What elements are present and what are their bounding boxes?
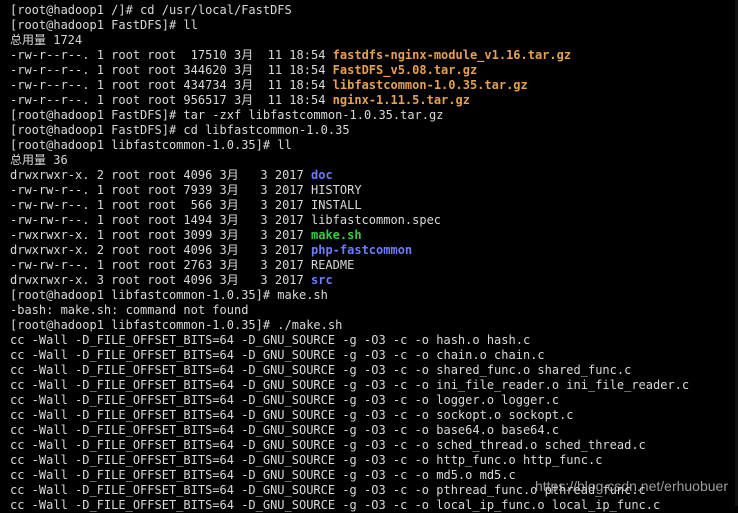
terminal-text: cc -Wall -D_FILE_OFFSET_BITS=64 -D_GNU_S… xyxy=(10,363,632,377)
terminal-line: drwxrwxr-x. 2 root root 4096 3月 3 2017 p… xyxy=(10,243,738,258)
terminal-text: cc -Wall -D_FILE_OFFSET_BITS=64 -D_GNU_S… xyxy=(10,453,603,467)
terminal-text: drwxrwxr-x. 3 root root 4096 3月 3 2017 xyxy=(10,273,311,287)
terminal-line: cc -Wall -D_FILE_OFFSET_BITS=64 -D_GNU_S… xyxy=(10,378,738,393)
terminal-line: drwxrwxr-x. 3 root root 4096 3月 3 2017 s… xyxy=(10,273,738,288)
archive-filename: nginx-1.11.5.tar.gz xyxy=(332,93,470,107)
terminal-line: -rw-rw-r--. 1 root root 566 3月 3 2017 IN… xyxy=(10,198,738,213)
terminal-line: cc -Wall -D_FILE_OFFSET_BITS=64 -D_GNU_S… xyxy=(10,363,738,378)
terminal-line: cc -Wall -D_FILE_OFFSET_BITS=64 -D_GNU_S… xyxy=(10,423,738,438)
terminal-line: [root@hadoop1 /]# cd /usr/local/FastDFS xyxy=(10,3,738,18)
directory-name: doc xyxy=(311,168,333,182)
terminal-text: -rw-r--r--. 1 root root 17510 3月 11 18:5… xyxy=(10,48,333,62)
archive-filename: FastDFS_v5.08.tar.gz xyxy=(332,63,478,77)
terminal-line: -rw-r--r--. 1 root root 344620 3月 11 18:… xyxy=(10,63,738,78)
terminal-text: 总用量 36 xyxy=(10,153,68,167)
terminal-text: -bash: make.sh: command not found xyxy=(10,303,249,317)
terminal-line: -rw-r--r--. 1 root root 17510 3月 11 18:5… xyxy=(10,48,738,63)
terminal-line: cc -Wall -D_FILE_OFFSET_BITS=64 -D_GNU_S… xyxy=(10,438,738,453)
terminal-output[interactable]: [root@hadoop1 /]# cd /usr/local/FastDFS[… xyxy=(10,3,738,513)
terminal-text: -rw-r--r--. 1 root root 956517 3月 11 18:… xyxy=(10,93,333,107)
terminal-text: cc -Wall -D_FILE_OFFSET_BITS=64 -D_GNU_S… xyxy=(10,423,560,437)
terminal-text: -rw-rw-r--. 1 root root 7939 3月 3 2017 H… xyxy=(10,183,362,197)
terminal-line: [root@hadoop1 FastDFS]# cd libfastcommon… xyxy=(10,123,738,138)
terminal-text: -rw-rw-r--. 1 root root 1494 3月 3 2017 l… xyxy=(10,213,442,227)
terminal-text: cc -Wall -D_FILE_OFFSET_BITS=64 -D_GNU_S… xyxy=(10,498,661,512)
terminal-text: cc -Wall -D_FILE_OFFSET_BITS=64 -D_GNU_S… xyxy=(10,408,574,422)
terminal-text: cc -Wall -D_FILE_OFFSET_BITS=64 -D_GNU_S… xyxy=(10,333,531,347)
terminal-text: [root@hadoop1 libfastcommon-1.0.35]# ll xyxy=(10,138,292,152)
terminal-line: -bash: make.sh: command not found xyxy=(10,303,738,318)
terminal-line: 总用量 1724 xyxy=(10,33,738,48)
terminal-text: drwxrwxr-x. 2 root root 4096 3月 3 2017 xyxy=(10,168,311,182)
terminal-text: [root@hadoop1 libfastcommon-1.0.35]# mak… xyxy=(10,288,328,302)
terminal-line: -rw-r--r--. 1 root root 956517 3月 11 18:… xyxy=(10,93,738,108)
terminal-text: [root@hadoop1 FastDFS]# tar -zxf libfast… xyxy=(10,108,444,122)
watermark-text: https://blog.csdn.net/erhuobuer xyxy=(534,478,728,494)
archive-filename: fastdfs-nginx-module_v1.16.tar.gz xyxy=(332,48,572,62)
terminal-text: drwxrwxr-x. 2 root root 4096 3月 3 2017 xyxy=(10,243,311,257)
terminal-line: [root@hadoop1 FastDFS]# tar -zxf libfast… xyxy=(10,108,738,123)
terminal-line: -rw-rw-r--. 1 root root 1494 3月 3 2017 l… xyxy=(10,213,738,228)
archive-filename: libfastcommon-1.0.35.tar.gz xyxy=(332,78,528,92)
terminal-text: -rwxrwxr-x. 1 root root 3099 3月 3 2017 xyxy=(10,228,311,242)
terminal-text: cc -Wall -D_FILE_OFFSET_BITS=64 -D_GNU_S… xyxy=(10,468,516,482)
terminal-text: -rw-r--r--. 1 root root 434734 3月 11 18:… xyxy=(10,78,333,92)
terminal-line: cc -Wall -D_FILE_OFFSET_BITS=64 -D_GNU_S… xyxy=(10,393,738,408)
terminal-text: 总用量 1724 xyxy=(10,33,83,47)
terminal-text: [root@hadoop1 libfastcommon-1.0.35]# ./m… xyxy=(10,318,343,332)
terminal-text: [root@hadoop1 /]# cd /usr/local/FastDFS xyxy=(10,3,292,17)
terminal-text: cc -Wall -D_FILE_OFFSET_BITS=64 -D_GNU_S… xyxy=(10,378,690,392)
terminal-line: -rw-rw-r--. 1 root root 2763 3月 3 2017 R… xyxy=(10,258,738,273)
terminal-line: 总用量 36 xyxy=(10,153,738,168)
terminal-text: -rw-r--r--. 1 root root 344620 3月 11 18:… xyxy=(10,63,333,77)
terminal-text: -rw-rw-r--. 1 root root 2763 3月 3 2017 R… xyxy=(10,258,355,272)
terminal-line: -rw-r--r--. 1 root root 434734 3月 11 18:… xyxy=(10,78,738,93)
terminal-line: drwxrwxr-x. 2 root root 4096 3月 3 2017 d… xyxy=(10,168,738,183)
terminal-line: -rwxrwxr-x. 1 root root 3099 3月 3 2017 m… xyxy=(10,228,738,243)
terminal-text: [root@hadoop1 FastDFS]# ll xyxy=(10,18,198,32)
terminal-line: [root@hadoop1 FastDFS]# ll xyxy=(10,18,738,33)
executable-name: make.sh xyxy=(311,228,362,242)
terminal-text: cc -Wall -D_FILE_OFFSET_BITS=64 -D_GNU_S… xyxy=(10,348,545,362)
directory-name: php-fastcommon xyxy=(311,243,413,257)
terminal-line: cc -Wall -D_FILE_OFFSET_BITS=64 -D_GNU_S… xyxy=(10,453,738,468)
terminal-line: [root@hadoop1 libfastcommon-1.0.35]# mak… xyxy=(10,288,738,303)
terminal-text: [root@hadoop1 FastDFS]# cd libfastcommon… xyxy=(10,123,350,137)
terminal-line: [root@hadoop1 libfastcommon-1.0.35]# ll xyxy=(10,138,738,153)
terminal-text: -rw-rw-r--. 1 root root 566 3月 3 2017 IN… xyxy=(10,198,362,212)
terminal-line: cc -Wall -D_FILE_OFFSET_BITS=64 -D_GNU_S… xyxy=(10,408,738,423)
terminal-line: cc -Wall -D_FILE_OFFSET_BITS=64 -D_GNU_S… xyxy=(10,348,738,363)
terminal-text: cc -Wall -D_FILE_OFFSET_BITS=64 -D_GNU_S… xyxy=(10,438,646,452)
terminal-line: -rw-rw-r--. 1 root root 7939 3月 3 2017 H… xyxy=(10,183,738,198)
terminal-line: cc -Wall -D_FILE_OFFSET_BITS=64 -D_GNU_S… xyxy=(10,333,738,348)
terminal-text: cc -Wall -D_FILE_OFFSET_BITS=64 -D_GNU_S… xyxy=(10,393,560,407)
directory-name: src xyxy=(311,273,333,287)
terminal-line: [root@hadoop1 libfastcommon-1.0.35]# ./m… xyxy=(10,318,738,333)
